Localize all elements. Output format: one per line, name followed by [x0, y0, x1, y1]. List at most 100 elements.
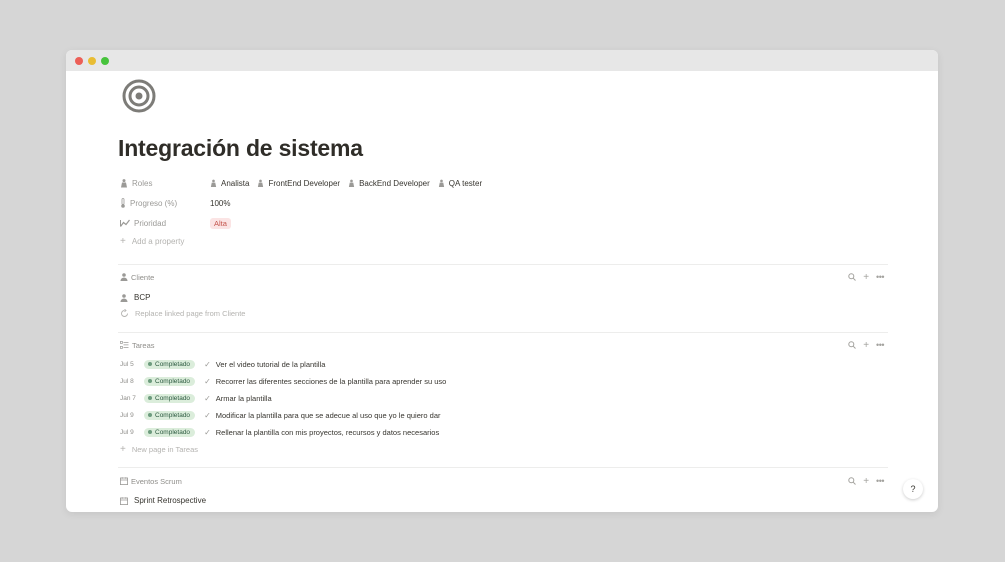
task-name[interactable]: Ver el video tutorial de la plantilla: [216, 360, 326, 369]
trend-icon: [120, 219, 130, 227]
progreso-value-text: 100%: [210, 198, 231, 208]
refresh-icon: [121, 309, 128, 317]
target-icon[interactable]: [122, 79, 156, 113]
check-icon: ✓: [204, 376, 211, 386]
task-name[interactable]: Modificar la plantilla para que se adecu…: [216, 411, 441, 420]
task-date: Jan 7: [120, 394, 136, 402]
check-icon: ✓: [204, 410, 211, 420]
divider: [118, 332, 888, 333]
person-icon: [121, 178, 127, 187]
eventos-item-label: Sprint Retrospective: [134, 496, 207, 505]
new-page-in-tareas-button[interactable]: + New page in Tareas: [120, 444, 198, 455]
task-name[interactable]: Armar la plantilla: [216, 394, 272, 403]
property-progreso[interactable]: Progreso (%) 100%: [120, 195, 230, 211]
cliente-title[interactable]: Cliente: [131, 273, 154, 282]
thermometer-icon: [121, 198, 125, 208]
more-icon[interactable]: •••: [876, 272, 884, 282]
cliente-linked-item[interactable]: BCP: [120, 293, 150, 302]
page-content: Integración de sistema Roles Analista Fr…: [66, 71, 938, 512]
title-bar: [66, 50, 938, 71]
status-badge[interactable]: Completado: [144, 427, 196, 437]
task-row[interactable]: Jul 9 Completado ✓ Rellenar la plantilla…: [120, 425, 439, 439]
prioridad-label-text: Prioridad: [134, 218, 167, 228]
task-name[interactable]: Recorrer las diferentes secciones de la …: [216, 377, 447, 386]
cliente-item-label: BCP: [134, 293, 151, 302]
search-icon[interactable]: [848, 477, 857, 485]
status-badge[interactable]: Completado: [144, 410, 196, 420]
new-page-label: New page in Tareas: [131, 445, 198, 454]
task-date: Jul 9: [120, 428, 134, 436]
status-label: Completado: [155, 394, 191, 402]
calendar-icon: [120, 477, 128, 485]
person-icon: [120, 273, 128, 281]
roles-label-text: Roles: [132, 178, 153, 188]
prioridad-value[interactable]: Alta: [210, 217, 231, 229]
person-icon: [258, 179, 264, 187]
progreso-label-text: Progreso (%): [130, 198, 178, 208]
plus-icon: +: [120, 236, 126, 247]
close-window-button[interactable]: [75, 56, 83, 65]
status-label: Completado: [155, 377, 191, 385]
task-row[interactable]: Jul 9 Completado ✓ Modificar la plantill…: [120, 408, 441, 422]
role-qa[interactable]: QA tester: [438, 179, 482, 188]
status-label: Completado: [155, 411, 191, 419]
status-dot: [148, 379, 152, 383]
help-button[interactable]: ?: [903, 479, 923, 499]
check-icon: ✓: [204, 359, 211, 369]
page-title[interactable]: Integración de sistema: [118, 135, 363, 162]
tareas-title[interactable]: Tareas: [132, 341, 155, 350]
person-icon: [120, 293, 128, 302]
eventos-title[interactable]: Eventos Scrum: [131, 477, 182, 486]
task-row[interactable]: Jul 8 Completado ✓ Recorrer las diferent…: [120, 374, 446, 388]
status-dot: [148, 396, 152, 400]
cliente-section-header: Cliente + •••: [120, 270, 884, 284]
progreso-value[interactable]: 100%: [210, 199, 230, 208]
more-icon[interactable]: •••: [876, 340, 884, 350]
add-property-button[interactable]: + Add a property: [120, 236, 184, 247]
role-frontend[interactable]: FrontEnd Developer: [257, 179, 340, 188]
person-icon: [210, 179, 217, 187]
task-date: Jul 8: [120, 377, 134, 385]
tareas-section-header: Tareas + •••: [120, 338, 884, 352]
property-roles[interactable]: Roles Analista FrontEnd Developer BackEn…: [120, 175, 482, 191]
role-backend[interactable]: BackEnd Developer: [348, 179, 430, 188]
calendar-icon: [120, 496, 128, 505]
checklist-icon: [120, 341, 129, 349]
plus-icon[interactable]: +: [863, 340, 869, 351]
status-badge[interactable]: Completado: [144, 359, 196, 369]
search-icon[interactable]: [848, 273, 857, 281]
more-icon[interactable]: •••: [876, 476, 884, 486]
app-window: Integración de sistema Roles Analista Fr…: [66, 50, 938, 512]
role-analista[interactable]: Analista: [210, 179, 249, 188]
divider: [118, 467, 888, 468]
task-date: Jul 9: [120, 411, 134, 419]
status-dot: [148, 413, 152, 417]
person-icon: [438, 179, 444, 187]
plus-icon[interactable]: +: [863, 272, 869, 283]
check-icon: ✓: [204, 393, 211, 403]
eventos-section-header: Eventos Scrum + •••: [120, 474, 884, 488]
add-property-label: Add a property: [131, 237, 185, 246]
replace-linked-label: Replace linked page from Cliente: [135, 309, 246, 318]
check-icon: ✓: [204, 427, 211, 437]
roles-label: Roles: [120, 179, 210, 188]
role-label: FrontEnd Developer: [268, 178, 341, 188]
progreso-label: Progreso (%): [120, 198, 210, 208]
plus-icon: +: [120, 444, 126, 455]
plus-icon[interactable]: +: [863, 476, 869, 487]
roles-values[interactable]: Analista FrontEnd Developer BackEnd Deve…: [210, 179, 482, 188]
maximize-window-button[interactable]: [101, 56, 109, 65]
task-row[interactable]: Jan 7 Completado ✓ Armar la plantilla: [120, 391, 272, 405]
task-row[interactable]: Jul 5 Completado ✓ Ver el video tutorial…: [120, 357, 325, 371]
task-name[interactable]: Rellenar la plantilla con mis proyectos,…: [216, 428, 439, 437]
property-prioridad[interactable]: Prioridad Alta: [120, 215, 231, 231]
minimize-window-button[interactable]: [88, 56, 96, 65]
search-icon[interactable]: [848, 341, 857, 349]
replace-linked-page-button[interactable]: Replace linked page from Cliente: [120, 309, 245, 318]
prioridad-label: Prioridad: [120, 219, 210, 228]
status-badge[interactable]: Completado: [144, 376, 196, 386]
person-icon: [348, 179, 355, 187]
priority-tag[interactable]: Alta: [210, 217, 231, 229]
eventos-linked-item[interactable]: Sprint Retrospective: [120, 496, 206, 505]
status-badge[interactable]: Completado: [144, 393, 196, 403]
